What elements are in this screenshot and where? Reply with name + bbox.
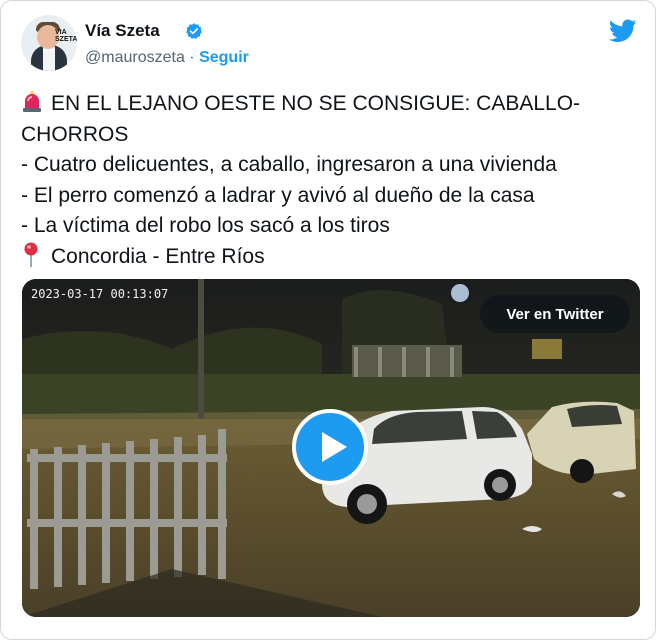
pin-emoji-icon	[24, 242, 38, 267]
video-timestamp: 2023-03-17 00:13:07	[31, 287, 169, 301]
handle-row: @mauroszeta · Seguir	[85, 49, 249, 67]
follow-button[interactable]: Seguir	[199, 49, 249, 66]
twitter-bird-icon[interactable]	[609, 19, 637, 43]
account-handle[interactable]: @mauroszeta	[85, 49, 185, 66]
tweet-card: VIA SZETA Vía Szeta @mauroszeta · Seguir…	[0, 0, 656, 640]
avatar-logo: VIA SZETA	[55, 29, 77, 45]
tweet-text: EN EL LEJANO OESTE NO SE CONSIGUE: CABAL…	[21, 89, 641, 272]
avatar[interactable]: VIA SZETA	[21, 15, 77, 71]
tweet-line-6: Concordia - Entre Ríos	[21, 242, 641, 273]
avatar-logo-line2: SZETA	[55, 36, 77, 43]
tweet-line-1-text: EN EL LEJANO OESTE NO SE CONSIGUE: CABAL…	[51, 92, 581, 115]
avatar-shirt	[43, 47, 55, 71]
tweet-line-5: - La víctima del robo los sacó a los tir…	[21, 214, 390, 237]
account-name[interactable]: Vía Szeta	[85, 21, 160, 41]
siren-emoji-icon	[23, 91, 41, 112]
tweet-line-1: EN EL LEJANO OESTE NO SE CONSIGUE: CABAL…	[21, 89, 641, 120]
tweet-line-4: - El perro comenzó a ladrar y avivó al d…	[21, 183, 535, 207]
tweet-line-3: - Cuatro delicuentes, a caballo, ingresa…	[21, 153, 557, 176]
video-player[interactable]: 2023-03-17 00:13:07 Ver en Twitter	[22, 279, 640, 617]
tweet-line-6-text: Concordia - Entre Ríos	[51, 244, 265, 268]
avatar-logo-line1: VIA	[55, 29, 67, 36]
play-icon[interactable]	[292, 409, 368, 485]
verified-badge-icon	[186, 23, 202, 39]
handle-separator: ·	[189, 49, 195, 66]
tweet-line-2: CHORROS	[21, 122, 129, 146]
watch-on-twitter-button[interactable]: Ver en Twitter	[480, 295, 630, 333]
tweet-header: VIA SZETA Vía Szeta @mauroszeta · Seguir	[21, 15, 641, 75]
